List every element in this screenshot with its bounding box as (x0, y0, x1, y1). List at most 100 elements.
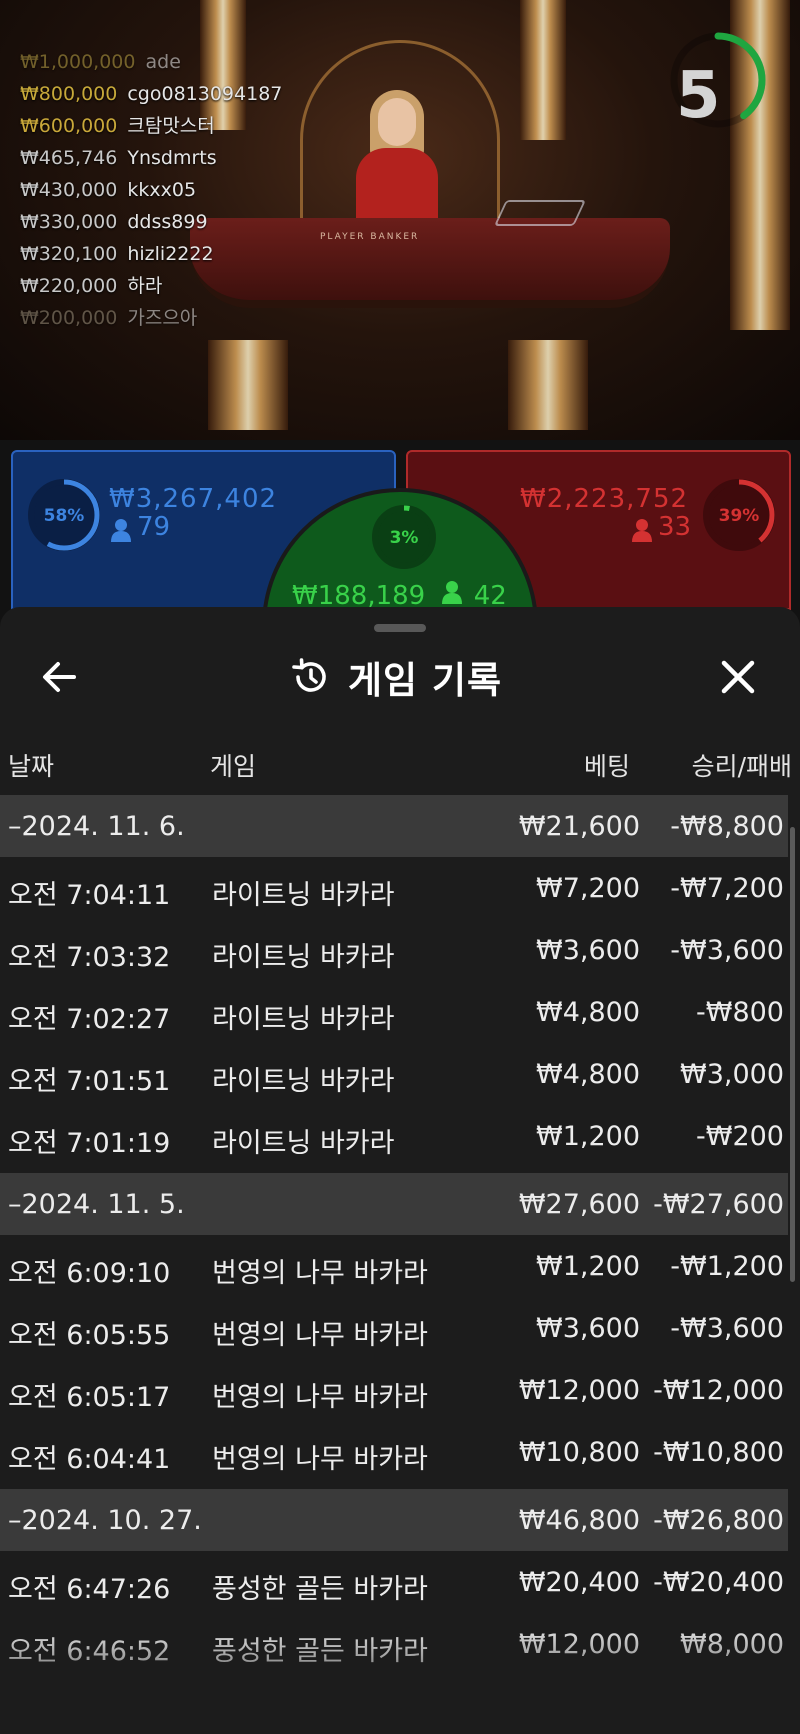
leaderboard-row: ₩600,000 크탐맛스터 (20, 110, 282, 142)
history-row[interactable]: 오전 6:04:41 번영의 나무 바카라 ₩10,800 -₩10,800 (0, 1421, 788, 1483)
row-bet: ₩20,400 (518, 1567, 640, 1598)
leaderboard-amount: ₩465,746 (20, 147, 118, 169)
group-date: –2024. 11. 6. (8, 811, 185, 842)
leaderboard-amount: ₩600,000 (20, 115, 118, 137)
history-column-headers: 날짜 게임 베팅 승리/패배 (0, 737, 800, 791)
group-bet-total: ₩46,800 (518, 1505, 640, 1536)
live-video-stream: PLAYER BANKER ₩1,000,000 ade ₩800,000 cgo08… (0, 0, 800, 440)
leaderboard-row: ₩465,746 Ynsdmrts (20, 142, 282, 174)
row-result: -₩12,000 (653, 1375, 784, 1406)
column-result: 승리/패배 (691, 752, 792, 781)
row-result: ₩3,000 (680, 1059, 784, 1090)
pillar-decor (520, 0, 566, 140)
row-bet: ₩10,800 (518, 1437, 640, 1468)
scrollbar[interactable] (790, 827, 795, 1282)
banker-bettor-count: 33 (658, 512, 692, 542)
leaderboard-amount: ₩320,100 (20, 243, 118, 265)
leaderboard-amount: ₩1,000,000 (20, 51, 136, 73)
leaderboard-user: ade (145, 51, 181, 73)
row-time: 오전 6:05:17 (8, 1382, 171, 1413)
pillar-decor (508, 340, 588, 430)
row-bet: ₩7,200 (536, 873, 640, 904)
history-row[interactable]: 오전 6:05:17 번영의 나무 바카라 ₩12,000 -₩12,000 (0, 1359, 788, 1421)
row-time: 오전 6:46:52 (8, 1636, 171, 1667)
leaderboard-user: cgo0813094187 (127, 83, 283, 105)
row-bet: ₩4,800 (536, 997, 640, 1028)
history-row[interactable]: 오전 7:03:32 라이트닝 바카라 ₩3,600 -₩3,600 (0, 919, 788, 981)
row-game: 번영의 나무 바카라 (212, 1258, 428, 1289)
drag-handle[interactable] (374, 624, 426, 632)
leaderboard-row: ₩320,100 hizli2222 (20, 238, 282, 270)
row-result: -₩3,600 (670, 935, 784, 966)
date-group-header[interactable]: –2024. 11. 5. ₩27,600 -₩27,600 (0, 1173, 788, 1235)
row-bet: ₩3,600 (536, 1313, 640, 1344)
history-row[interactable]: 오전 7:04:11 라이트닝 바카라 ₩7,200 -₩7,200 (0, 857, 788, 919)
row-game: 번영의 나무 바카라 (212, 1320, 428, 1351)
leaderboard-amount: ₩220,000 (20, 275, 118, 297)
date-group-header[interactable]: –2024. 11. 6. ₩21,600 -₩8,800 (0, 795, 788, 857)
leaderboard-row: ₩330,000 ddss899 (20, 206, 282, 238)
row-game: 풍성한 골든 바카라 (212, 1636, 428, 1667)
arrow-left-icon (43, 662, 76, 692)
row-game: 라이트닝 바카라 (212, 1066, 395, 1097)
player-user-icon (111, 519, 131, 542)
tie-user-icon (441, 581, 462, 604)
row-time: 오전 6:04:41 (8, 1444, 171, 1475)
row-bet: ₩1,200 (536, 1251, 640, 1282)
leaderboard-user: 가즈으아 (127, 307, 198, 329)
tie-percent: 3% (389, 528, 419, 548)
panel-header: 게임 기록 (0, 637, 800, 717)
card-shoe (493, 200, 587, 226)
history-row[interactable]: 오전 6:05:55 번영의 나무 바카라 ₩3,600 -₩3,600 (0, 1297, 788, 1359)
group-result-total: -₩26,800 (653, 1505, 784, 1536)
row-time: 오전 7:03:32 (8, 942, 171, 973)
row-result: -₩200 (696, 1121, 784, 1152)
row-time: 오전 6:05:55 (8, 1320, 171, 1351)
player-bet-total: ₩3,267,402 (109, 484, 278, 514)
row-time: 오전 6:47:26 (8, 1574, 171, 1605)
history-row[interactable]: 오전 6:09:10 번영의 나무 바카라 ₩1,200 -₩1,200 (0, 1235, 788, 1297)
history-row[interactable]: 오전 6:47:26 풍성한 골든 바카라 ₩20,400 -₩20,400 (0, 1551, 788, 1613)
row-time: 오전 6:09:10 (8, 1258, 171, 1289)
history-list[interactable]: –2024. 11. 6. ₩21,600 -₩8,800 오전 7:04:11 라이트… (0, 795, 788, 1675)
close-button[interactable] (714, 653, 762, 701)
leaderboard-user: 하라 (127, 275, 163, 297)
column-date: 날짜 (8, 752, 55, 781)
leaderboard-row: ₩430,000 kkxx05 (20, 174, 282, 206)
winners-leaderboard: ₩1,000,000 ade ₩800,000 cgo0813094187 ₩600,0… (20, 46, 282, 334)
leaderboard-row: ₩1,000,000 ade (20, 46, 282, 78)
row-result: -₩800 (696, 997, 784, 1028)
row-time: 오전 7:02:27 (8, 1004, 171, 1035)
leaderboard-row: ₩200,000 가즈으아 (20, 302, 282, 334)
table-text: PLAYER BANKER (320, 232, 420, 242)
history-row[interactable]: 오전 7:01:51 라이트닝 바카라 ₩4,800 ₩3,000 (0, 1043, 788, 1105)
leaderboard-row: ₩800,000 cgo0813094187 (20, 78, 282, 110)
row-result: -₩20,400 (653, 1567, 784, 1598)
dealer-image (352, 90, 442, 230)
group-result-total: -₩27,600 (653, 1189, 784, 1220)
history-row[interactable]: 오전 7:01:19 라이트닝 바카라 ₩1,200 -₩200 (0, 1105, 788, 1167)
row-result: -₩1,200 (670, 1251, 784, 1282)
banker-percent: 39% (718, 506, 760, 526)
history-row[interactable]: 오전 6:46:52 풍성한 골든 바카라 ₩12,000 ₩8,000 (0, 1613, 788, 1675)
leaderboard-amount: ₩430,000 (20, 179, 118, 201)
leaderboard-row: ₩220,000 하라 (20, 270, 282, 302)
history-row[interactable]: 오전 7:02:27 라이트닝 바카라 ₩4,800 -₩800 (0, 981, 788, 1043)
player-percent: 58% (43, 506, 85, 526)
row-bet: ₩12,000 (518, 1375, 640, 1406)
group-bet-total: ₩21,600 (518, 811, 640, 842)
group-date: –2024. 11. 5. (8, 1189, 185, 1220)
back-button[interactable] (36, 653, 84, 701)
date-group-header[interactable]: –2024. 10. 27. ₩46,800 -₩26,800 (0, 1489, 788, 1551)
row-time: 오전 7:01:51 (8, 1066, 171, 1097)
panel-title: 게임 기록 (348, 659, 503, 702)
column-bet: 베팅 (583, 752, 630, 781)
pillar-decor (208, 340, 288, 430)
row-game: 라이트닝 바카라 (212, 1004, 395, 1035)
row-time: 오전 7:01:19 (8, 1128, 171, 1159)
row-bet: ₩1,200 (536, 1121, 640, 1152)
row-game: 라이트닝 바카라 (212, 1128, 395, 1159)
row-result: -₩7,200 (670, 873, 784, 904)
group-bet-total: ₩27,600 (518, 1189, 640, 1220)
game-history-panel: 게임 기록 날짜 게임 베팅 승리/패배 –2024. 11. 6. ₩21,60… (0, 607, 800, 1734)
